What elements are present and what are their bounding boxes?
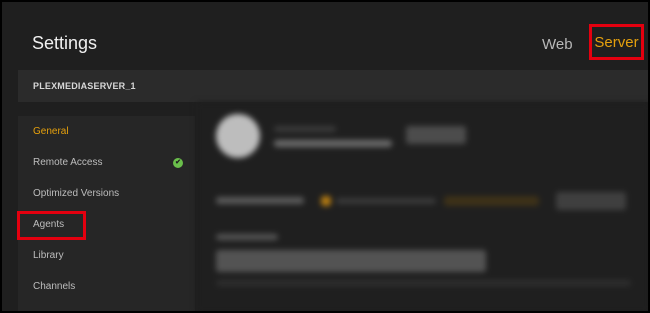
page-title: Settings: [32, 33, 98, 53]
sidebar-item-optimized-versions[interactable]: Optimized Versions: [33, 188, 119, 199]
blurred-text-line: [336, 198, 436, 204]
blurred-status: [321, 196, 331, 206]
tab-web[interactable]: Web: [542, 36, 573, 53]
blurred-content-area: [196, 102, 650, 313]
blurred-text-line: [216, 234, 278, 240]
sidebar-item-remote-access[interactable]: Remote Access: [33, 157, 102, 168]
settings-header: Settings Web Server: [0, 0, 650, 70]
server-name: PLEXMEDIASERVER_1: [33, 81, 136, 91]
blurred-text-line: [216, 280, 631, 286]
blurred-accent-line: [444, 196, 539, 206]
tab-server-label: Server: [594, 33, 639, 51]
check-circle-icon: ✔: [173, 158, 183, 168]
sidebar-item-channels[interactable]: Channels: [33, 281, 75, 292]
sidebar-item-general[interactable]: General: [33, 126, 69, 137]
blurred-text-line: [274, 126, 336, 132]
tab-server[interactable]: Server: [589, 24, 644, 60]
blurred-text-line: [216, 197, 304, 204]
blurred-text-line: [274, 140, 392, 147]
blurred-button: [556, 192, 626, 210]
server-bar[interactable]: PLEXMEDIASERVER_1: [18, 70, 650, 102]
agents-highlight-box: [17, 211, 86, 240]
blurred-input: [216, 250, 486, 272]
sidebar-item-library[interactable]: Library: [33, 250, 64, 261]
blurred-button: [406, 126, 466, 144]
avatar: [216, 114, 260, 158]
